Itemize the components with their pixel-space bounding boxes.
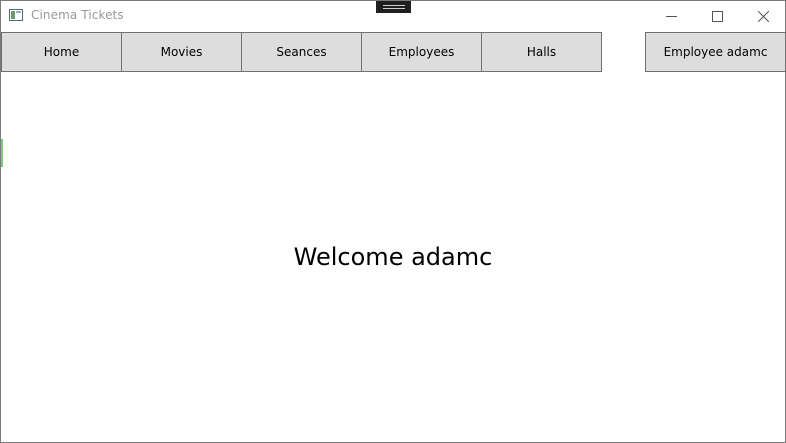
drag-grip-handle[interactable] [376, 1, 411, 13]
window-title: Cinema Tickets [31, 8, 124, 22]
maximize-icon [711, 10, 723, 22]
focus-indicator [1, 139, 3, 167]
title-bar[interactable]: Cinema Tickets [1, 1, 785, 31]
employee-account-button[interactable]: Employee adamc [645, 32, 786, 72]
welcome-message: Welcome adamc [293, 243, 493, 271]
close-icon [757, 10, 769, 22]
seances-button[interactable]: Seances [241, 32, 362, 72]
halls-button[interactable]: Halls [481, 32, 602, 72]
minimize-icon [665, 15, 677, 17]
minimize-button[interactable] [648, 1, 694, 31]
home-button[interactable]: Home [1, 32, 122, 72]
app-window: Cinema Tickets Home Movies Seances Emplo… [0, 0, 786, 443]
movies-button[interactable]: Movies [121, 32, 242, 72]
nav-bar: Home Movies Seances Employees Halls Empl… [1, 32, 786, 72]
maximize-button[interactable] [694, 1, 740, 31]
app-window-icon [9, 9, 23, 21]
close-button[interactable] [740, 1, 786, 31]
employees-button[interactable]: Employees [361, 32, 482, 72]
